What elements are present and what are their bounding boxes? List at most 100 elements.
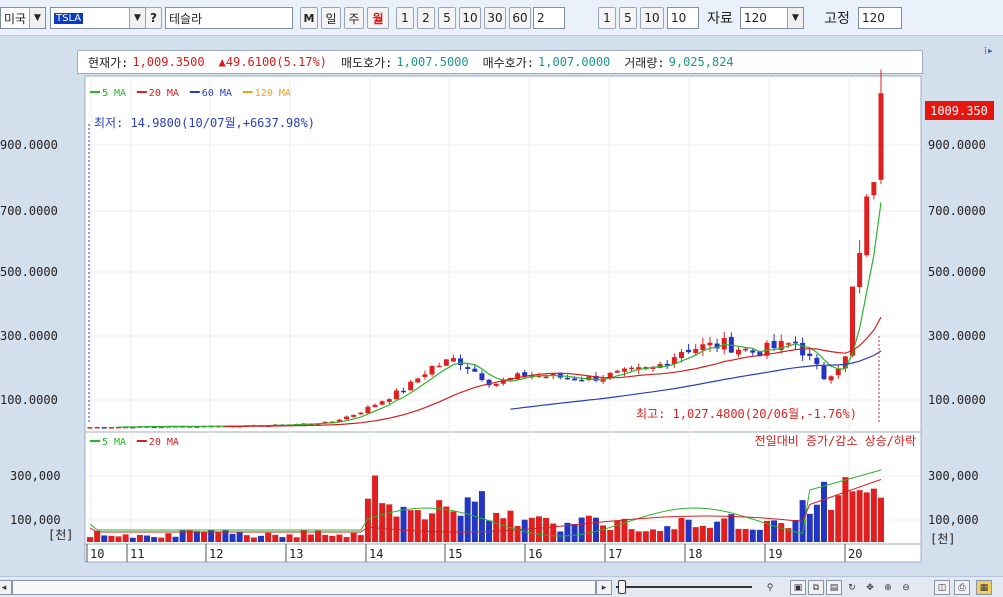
copy-icon[interactable]: ⧉ xyxy=(808,580,824,595)
period-30-button[interactable]: 30 xyxy=(484,7,506,29)
move-icon[interactable]: ✥ xyxy=(862,580,878,595)
volume-bar xyxy=(286,534,293,542)
print-icon[interactable]: ⎙ xyxy=(954,580,970,595)
volume-bar xyxy=(578,517,585,542)
volume-bar xyxy=(706,527,713,542)
volume-bar xyxy=(414,510,421,542)
week-button[interactable]: 주 xyxy=(344,7,364,29)
legend-label: 60 MA xyxy=(202,88,232,99)
settings-icon[interactable]: ▦ xyxy=(976,580,992,595)
market-select[interactable]: 미국 ▼ xyxy=(0,7,46,29)
stock-name-field: 테슬라 xyxy=(165,7,293,29)
period-1-button[interactable]: 1 xyxy=(396,7,414,29)
candle-body xyxy=(429,366,435,375)
zoom-in-icon[interactable]: ⊕ xyxy=(880,580,896,595)
minute-button[interactable]: M xyxy=(300,7,318,29)
panel-settings-icon[interactable]: ⁞▸ xyxy=(984,44,994,57)
volume-bar xyxy=(535,516,542,542)
volume-bar xyxy=(172,536,179,542)
zoom-slider-handle[interactable] xyxy=(618,580,626,594)
scroll-right-icon[interactable]: ▸ xyxy=(596,580,612,595)
period-2-button[interactable]: 2 xyxy=(417,7,435,29)
y-axis-right: 900.0000 700.0000 500.0000 300.0000 100.0000… xyxy=(928,138,986,527)
volume-bar xyxy=(307,534,314,542)
candle-body xyxy=(821,365,827,380)
volume-bar xyxy=(878,497,884,542)
volume-bar xyxy=(400,506,407,542)
help-button[interactable]: ? xyxy=(145,7,162,29)
candle-body xyxy=(743,348,749,351)
low-annotation: 최저: 14.9800(10/07월,+6637.98%) xyxy=(94,116,315,130)
volume-bar xyxy=(721,518,728,542)
candle-body xyxy=(365,406,371,414)
horizontal-scrollbar[interactable] xyxy=(12,580,596,595)
candle-body xyxy=(785,343,791,345)
candle-body xyxy=(422,374,428,377)
refresh-icon[interactable]: ↻ xyxy=(844,580,860,595)
zoom-5-button[interactable]: 5 xyxy=(619,7,637,29)
y-tick-label: 500.0000 xyxy=(0,265,58,279)
candle-body xyxy=(835,368,841,376)
period-input[interactable]: 2 xyxy=(533,7,565,29)
candle-body xyxy=(87,427,93,429)
zoom-out-icon[interactable]: ⊖ xyxy=(898,580,914,595)
chevron-down-icon[interactable]: ▼ xyxy=(787,8,803,28)
search-icon[interactable]: ⚲ xyxy=(762,580,778,595)
volume-bar xyxy=(849,491,856,542)
candle-body xyxy=(379,401,385,405)
period-10-button[interactable]: 10 xyxy=(459,7,481,29)
volume-unit-left: [천] xyxy=(48,527,74,542)
ticker-input[interactable]: TSLA ▼ xyxy=(50,7,146,29)
volume-bar xyxy=(842,477,849,542)
image-icon[interactable]: ▤ xyxy=(826,580,842,595)
fixed-label: 고정 xyxy=(824,11,850,27)
volume-bar xyxy=(771,520,778,542)
volume-bar xyxy=(386,504,393,542)
candle-body xyxy=(386,399,392,402)
zoom-input[interactable]: 10 xyxy=(667,7,699,29)
volume-bar xyxy=(600,525,607,542)
data-count-select[interactable]: 120 ▼ xyxy=(740,7,804,29)
period-60-button[interactable]: 60 xyxy=(509,7,531,29)
candle-body xyxy=(479,373,485,381)
volume-bar xyxy=(115,536,122,542)
candle-body xyxy=(614,370,620,373)
volume-bar xyxy=(678,518,685,542)
fixed-input[interactable]: 120 xyxy=(858,7,902,29)
volume-bar xyxy=(272,534,279,542)
volume-bar xyxy=(450,511,457,542)
y-tick-label: 500.0000 xyxy=(928,265,986,279)
chevron-down-icon[interactable]: ▼ xyxy=(129,8,145,28)
period-5-button[interactable]: 5 xyxy=(438,7,456,29)
candle-body xyxy=(450,358,456,362)
volume-bar xyxy=(749,529,756,542)
y-tick-label: 300.0000 xyxy=(928,329,986,343)
candle-body xyxy=(543,376,549,379)
day-button[interactable]: 일 xyxy=(321,7,341,29)
chevron-down-icon[interactable]: ▼ xyxy=(29,8,45,28)
volume-tick-label: 100,000 xyxy=(928,513,979,527)
volume-bar xyxy=(828,509,835,542)
y-axis-left: 900.0000 700.0000 500.0000 300.0000 100.0000… xyxy=(0,138,61,527)
stock-chart[interactable]: 5 MA 20 MA 60 MA 120 MA 5 MA 20 MA 최저: 14.98… xyxy=(0,36,1003,576)
volume-tick-label: 300,000 xyxy=(928,469,979,483)
month-button[interactable]: 월 xyxy=(367,7,389,29)
x-tick-label: 11 xyxy=(130,547,144,561)
volume-tick-label: 300,000 xyxy=(10,469,61,483)
candle-body xyxy=(393,390,399,400)
volume-bar xyxy=(543,517,550,542)
window-icon[interactable]: ◫ xyxy=(934,580,950,595)
volume-bar xyxy=(493,512,500,542)
volume-bar xyxy=(158,537,165,542)
zoom-slider[interactable] xyxy=(616,586,752,588)
candle-body xyxy=(721,337,727,350)
volume-bar xyxy=(265,532,272,542)
volume-bar xyxy=(443,506,450,542)
save-icon[interactable]: ▣ xyxy=(790,580,806,595)
zoom-1-button[interactable]: 1 xyxy=(598,7,616,29)
bottom-toolbar: ◂ ▸ ⚲ ▣ ⧉ ▤ ↻ ✥ ⊕ ⊖ ◫ ⎙ ▦ xyxy=(0,576,1003,597)
scroll-left-icon[interactable]: ◂ xyxy=(0,580,12,595)
zoom-10-button[interactable]: 10 xyxy=(640,7,664,29)
y-tick-label: 900.0000 xyxy=(928,138,986,152)
candle-body xyxy=(572,378,578,381)
